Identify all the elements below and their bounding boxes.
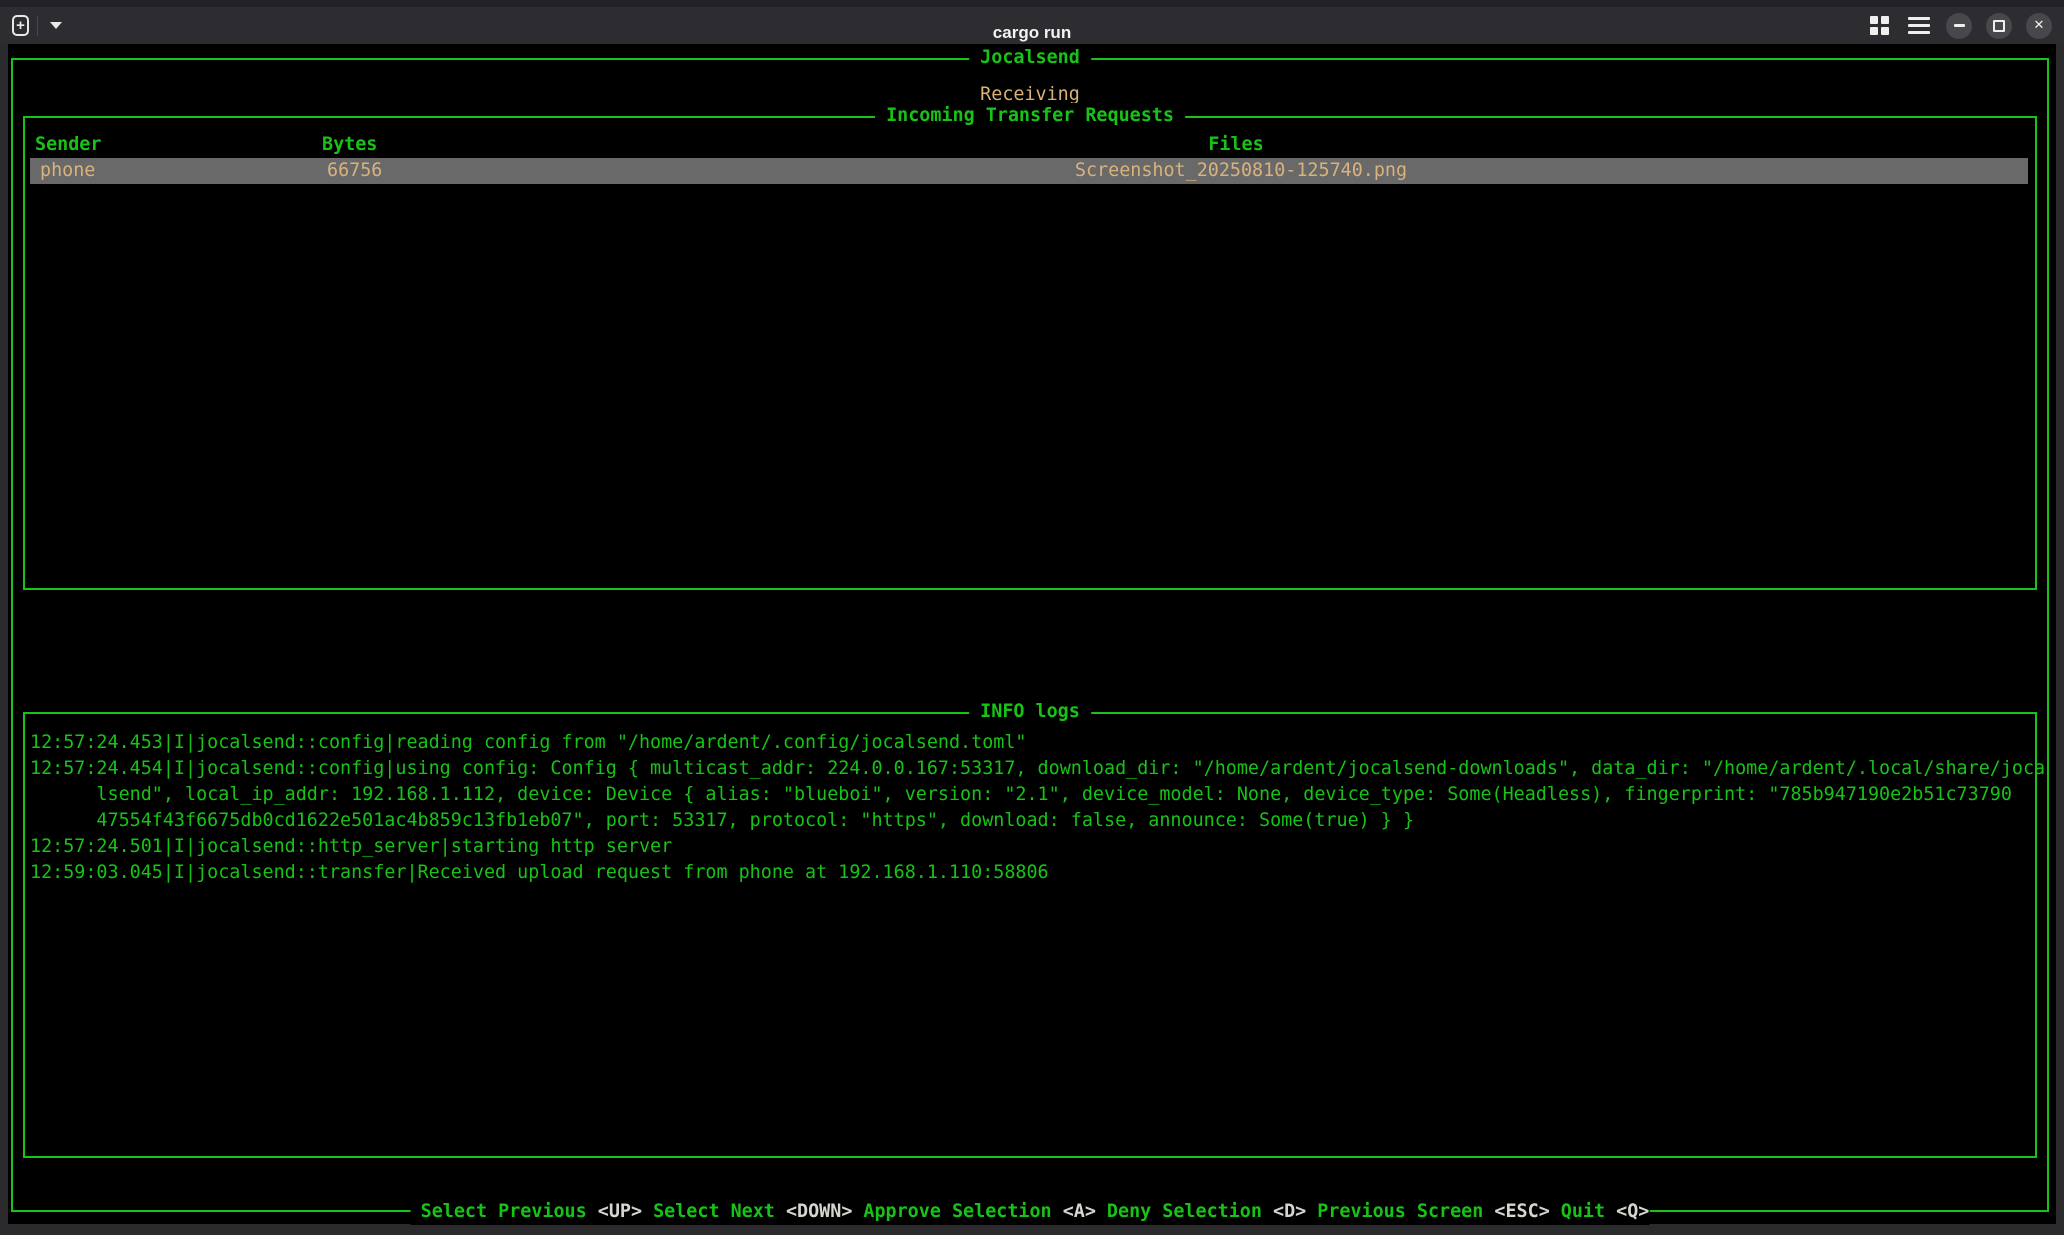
close-button[interactable]: ✕ xyxy=(2026,13,2052,39)
column-header-bytes: Bytes xyxy=(322,132,377,158)
shortcuts-bar: Select Previous <UP> Select Next <DOWN> Ap… xyxy=(411,1199,1650,1225)
grid-icon xyxy=(1870,16,1889,35)
incoming-transfers-panel: Incoming Transfer Requests Sender Bytes … xyxy=(23,116,2037,590)
log-line: 12:59:03.045|I|jocalsend::transfer|Recei… xyxy=(30,860,2033,886)
minimize-icon xyxy=(1954,24,1965,27)
key-hint-q: <Q> xyxy=(1616,1201,1649,1222)
log-line: lsend", local_ip_addr: 192.168.1.112, de… xyxy=(30,782,2033,808)
log-line: 12:57:24.501|I|jocalsend::http_server|st… xyxy=(30,834,2033,860)
shortcut-previous-screen: Previous Screen <ESC> xyxy=(1317,1201,1550,1222)
app-frame: Jocalsend Receiving Incoming Transfer Re… xyxy=(11,58,2049,1212)
titlebar-left-controls: + xyxy=(12,7,66,44)
main-menu-button[interactable] xyxy=(1906,13,1932,39)
tab-list-dropdown-button[interactable] xyxy=(46,20,66,31)
row-files-cell: Screenshot_20250810-125740.png xyxy=(646,158,1836,184)
incoming-transfers-title: Incoming Transfer Requests xyxy=(875,103,1185,129)
shortcut-deny-selection: Deny Selection <D> xyxy=(1107,1201,1306,1222)
new-tab-button[interactable]: + xyxy=(12,15,29,36)
shortcut-select-previous: Select Previous <UP> xyxy=(421,1201,642,1222)
tab-overview-button[interactable] xyxy=(1866,13,1892,39)
chevron-down-icon xyxy=(50,22,62,29)
row-sender-cell: phone xyxy=(40,158,95,184)
log-line: 47554f43f6675db0cd1622e501ac4b859c13fb1e… xyxy=(30,808,2033,834)
log-line: 12:57:24.453|I|jocalsend::config|reading… xyxy=(30,730,2033,756)
log-lines: 12:57:24.453|I|jocalsend::config|reading… xyxy=(30,730,2033,886)
shortcut-quit: Quit <Q> xyxy=(1561,1201,1650,1222)
table-header-row: Sender Bytes Files xyxy=(25,132,2035,158)
log-line: 12:57:24.454|I|jocalsend::config|using c… xyxy=(30,756,2033,782)
titlebar: + cargo run ✕ xyxy=(0,0,2064,44)
info-logs-title: INFO logs xyxy=(969,699,1091,725)
maximize-button[interactable] xyxy=(1986,13,2012,39)
titlebar-right-controls: ✕ xyxy=(1866,13,2052,39)
close-icon: ✕ xyxy=(2034,19,2045,32)
key-hint-esc: <ESC> xyxy=(1494,1201,1549,1222)
table-row[interactable]: phone 66756 Screenshot_20250810-125740.p… xyxy=(30,158,2028,184)
column-header-files: Files xyxy=(641,132,1831,158)
row-bytes-cell: 66756 xyxy=(327,158,382,184)
key-hint-d: <D> xyxy=(1273,1201,1306,1222)
key-hint-a: <A> xyxy=(1063,1201,1096,1222)
hamburger-menu-icon xyxy=(1908,24,1930,27)
minimize-button[interactable] xyxy=(1946,13,1972,39)
column-header-sender: Sender xyxy=(35,132,101,158)
app-title: Jocalsend xyxy=(969,45,1091,71)
key-hint-down: <DOWN> xyxy=(786,1201,852,1222)
terminal-screen: Jocalsend Receiving Incoming Transfer Re… xyxy=(8,44,2056,1224)
shortcut-select-next: Select Next <DOWN> xyxy=(653,1201,852,1222)
key-hint-up: <UP> xyxy=(598,1201,642,1222)
shortcut-approve-selection: Approve Selection <A> xyxy=(863,1201,1096,1222)
titlebar-separator xyxy=(37,16,38,36)
plus-icon: + xyxy=(16,17,25,32)
info-logs-panel: INFO logs 12:57:24.453|I|jocalsend::conf… xyxy=(23,712,2037,1158)
maximize-icon xyxy=(1993,20,2005,32)
